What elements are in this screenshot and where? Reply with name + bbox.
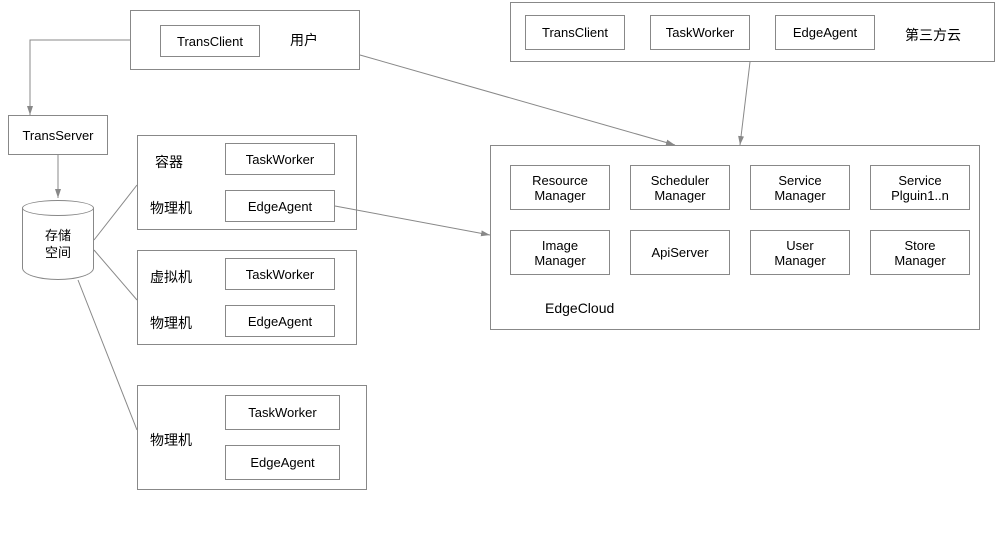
- third-party-transclient: TransClient: [525, 15, 625, 50]
- ec-item-2: Service Manager: [750, 165, 850, 210]
- node-g1-row2-box: EdgeAgent: [225, 190, 335, 222]
- node-g3-box2: EdgeAgent: [225, 445, 340, 480]
- trans-server: TransServer: [8, 115, 108, 155]
- node-g1-row1-label: 容器: [155, 152, 183, 172]
- user-transclient: TransClient: [160, 25, 260, 57]
- node-g3-box1: TaskWorker: [225, 395, 340, 430]
- node-g2-row2-box: EdgeAgent: [225, 305, 335, 337]
- node-g2-row1-box: TaskWorker: [225, 258, 335, 290]
- ec-item-3: Service Plguin1..n: [870, 165, 970, 210]
- ec-item-0: Resource Manager: [510, 165, 610, 210]
- node-g1-row2-label: 物理机: [150, 198, 192, 218]
- third-party-taskworker: TaskWorker: [650, 15, 750, 50]
- storage-label: 存储 空间: [22, 220, 94, 270]
- node-g2-row1-label: 虚拟机: [150, 267, 192, 287]
- node-g2-row2-label: 物理机: [150, 313, 192, 333]
- third-party-label: 第三方云: [905, 25, 961, 45]
- node-g3-label: 物理机: [150, 430, 192, 450]
- ec-item-6: User Manager: [750, 230, 850, 275]
- third-party-edgeagent: EdgeAgent: [775, 15, 875, 50]
- ec-item-5: ApiServer: [630, 230, 730, 275]
- ec-item-7: Store Manager: [870, 230, 970, 275]
- user-label: 用户: [290, 30, 318, 50]
- edgecloud-label: EdgeCloud: [545, 300, 614, 316]
- storage-db-top: [22, 200, 94, 216]
- node-g1-row1-box: TaskWorker: [225, 143, 335, 175]
- ec-item-1: Scheduler Manager: [630, 165, 730, 210]
- ec-item-4: Image Manager: [510, 230, 610, 275]
